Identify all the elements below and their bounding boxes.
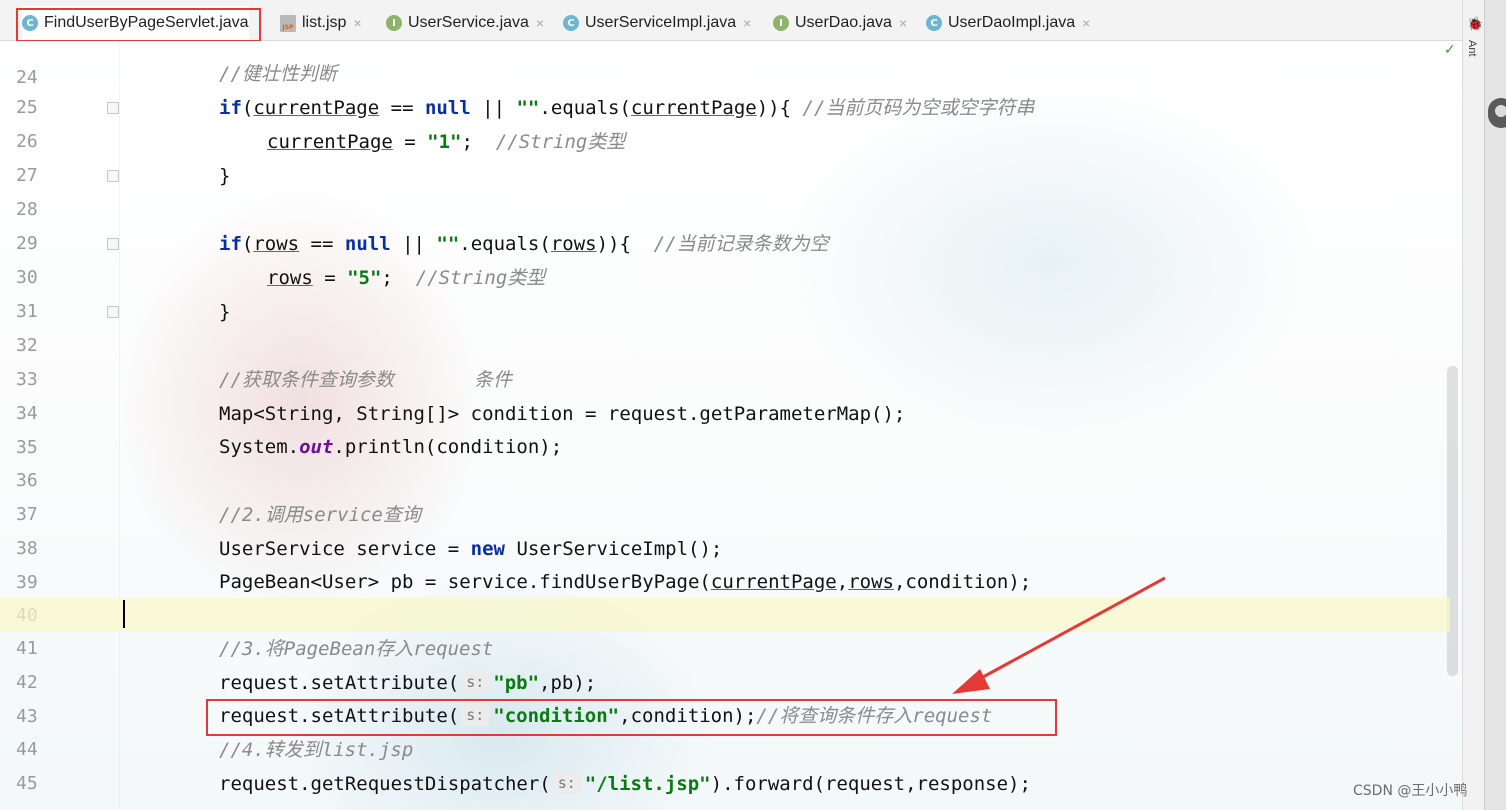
- code-line: 40 PageBean<User> pb = service.findUserB…: [0, 565, 1450, 626]
- close-icon[interactable]: ×: [353, 15, 361, 31]
- code-text: System.out.println(condition);: [219, 436, 563, 458]
- line-number: 46: [16, 801, 46, 810]
- fold-marker-icon[interactable]: [107, 102, 119, 114]
- code-line: 45 //4.转发到list.jsp: [0, 733, 1450, 794]
- close-icon[interactable]: ×: [1082, 15, 1090, 31]
- code-line: 46 request.getRequestDispatcher(s:"/list…: [0, 767, 1450, 810]
- code-text: //2.调用service查询: [219, 504, 421, 526]
- close-icon[interactable]: ×: [899, 15, 907, 31]
- code-text: rows = "5"; //String类型: [267, 267, 546, 289]
- code-text: PageBean<User> pb = service.findUserByPa…: [219, 571, 1032, 593]
- code-text: }: [219, 301, 231, 323]
- right-tool-strip: 🐞 Ant: [1462, 0, 1484, 810]
- tab-label: UserServiceImpl.java: [585, 14, 737, 31]
- class-icon: C: [926, 15, 942, 31]
- code-line: 35 Map<String, String[]> condition = req…: [0, 397, 1450, 458]
- code-line: 42 //3.将PageBean存入request: [0, 632, 1450, 693]
- code-text: //获取条件查询参数 条件: [219, 369, 512, 391]
- tab-find-user-by-page-servlet[interactable]: C FindUserByPageServlet.java: [22, 6, 249, 40]
- code-line: 34 //获取条件查询参数 条件: [0, 363, 1450, 424]
- code-line: 29: [0, 193, 1450, 254]
- code-text: //4.转发到list.jsp: [219, 739, 414, 761]
- code-text: request.setAttribute(s: "condition",condi…: [219, 704, 993, 727]
- code-text: Map<String, String[]> condition = reques…: [219, 403, 906, 425]
- tab-label: UserDao.java: [795, 14, 892, 31]
- class-icon: C: [563, 15, 579, 31]
- class-icon: C: [22, 15, 38, 31]
- code-text: if(rows == null || "".equals(rows)){ //当…: [219, 233, 829, 255]
- code-line: 36 System.out.println(condition);: [0, 430, 1450, 491]
- avatar: [1488, 98, 1506, 128]
- tab-user-dao-impl[interactable]: C UserDaoImpl.java ×: [926, 6, 1090, 40]
- code-line: 28 }: [0, 159, 1450, 220]
- code-text: UserService service = new UserServiceImp…: [219, 538, 723, 560]
- jsp-file-icon: JSP: [280, 14, 296, 32]
- text-caret: [123, 600, 125, 628]
- fold-marker-icon[interactable]: [107, 306, 119, 318]
- close-icon[interactable]: ×: [743, 15, 751, 31]
- parameter-hint: s:: [461, 704, 490, 726]
- ant-tool-window-button[interactable]: Ant: [1466, 40, 1478, 57]
- code-text: //健壮性判断: [219, 63, 337, 85]
- code-text: currentPage = "1"; //String类型: [267, 131, 626, 153]
- code-text: }: [219, 165, 231, 187]
- code-line: 44 request.setAttribute(s: "condition",co…: [0, 699, 1450, 760]
- code-editor[interactable]: ✓ 24 25 //健壮性判断 26 if(currentPage == nul…: [0, 41, 1462, 810]
- code-text: request.setAttribute(s: "pb",pb);: [219, 671, 597, 694]
- current-code-line: 41: [0, 598, 1450, 659]
- code-text: //3.将PageBean存入request: [219, 638, 494, 660]
- code-text: if(currentPage == null || "".equals(curr…: [219, 97, 1035, 119]
- tab-label: list.jsp: [302, 14, 347, 31]
- parameter-hint: s:: [552, 772, 581, 794]
- fold-marker-icon[interactable]: [107, 170, 119, 182]
- interface-icon: I: [386, 15, 402, 31]
- code-line: 33: [0, 329, 1450, 390]
- code-line: 37: [0, 464, 1450, 525]
- code-line: 31 rows = "5"; //String类型: [0, 261, 1450, 322]
- tab-list-jsp[interactable]: JSP list.jsp ×: [280, 6, 362, 40]
- tab-label: FindUserByPageServlet.java: [44, 14, 249, 31]
- parameter-hint: s:: [461, 671, 490, 693]
- fold-marker-icon[interactable]: [107, 238, 119, 250]
- tab-user-dao[interactable]: I UserDao.java ×: [773, 6, 907, 40]
- code-line: 27 currentPage = "1"; //String类型: [0, 125, 1450, 186]
- editor-tab-bar: C FindUserByPageServlet.java JSP list.js…: [0, 0, 1462, 42]
- tab-label: UserDaoImpl.java: [948, 14, 1076, 31]
- close-icon[interactable]: ×: [536, 15, 544, 31]
- code-line: 39 UserService service = new UserService…: [0, 532, 1450, 593]
- tab-user-service-impl[interactable]: C UserServiceImpl.java ×: [563, 6, 751, 40]
- code-line: 26 if(currentPage == null || "".equals(c…: [0, 91, 1450, 152]
- tab-user-service[interactable]: I UserService.java ×: [386, 6, 544, 40]
- code-text: request.getRequestDispatcher(s: "/list.js…: [219, 772, 1031, 795]
- code-line: 43 request.setAttribute(s: "pb",pb);: [0, 666, 1450, 727]
- code-line: 38 //2.调用service查询: [0, 498, 1450, 559]
- code-line: 25 //健壮性判断: [0, 57, 1450, 118]
- watermark: CSDN @王小小鸭: [1353, 783, 1468, 799]
- code-line: 32 }: [0, 295, 1450, 356]
- interface-icon: I: [773, 15, 789, 31]
- code-line: 30 if(rows == null || "".equals(rows)){ …: [0, 227, 1450, 288]
- ant-bug-icon[interactable]: 🐞: [1467, 17, 1483, 32]
- tab-label: UserService.java: [408, 14, 529, 31]
